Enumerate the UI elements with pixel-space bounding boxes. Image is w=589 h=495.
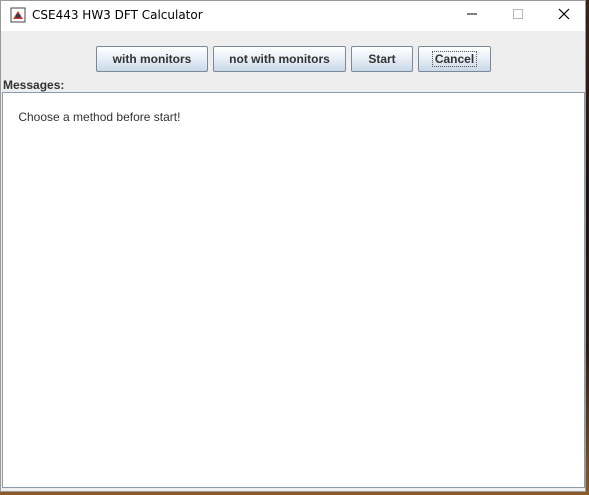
- cancel-button[interactable]: Cancel: [418, 46, 491, 72]
- app-window: CSE443 HW3 DFT Calculator with monitors …: [0, 0, 586, 492]
- start-button[interactable]: Start: [351, 46, 413, 72]
- messages-label: Messages:: [3, 78, 65, 92]
- maximize-button[interactable]: [495, 1, 541, 31]
- not-with-monitors-button[interactable]: not with monitors: [213, 46, 346, 72]
- cancel-label: Cancel: [431, 51, 478, 67]
- java-cup-icon: [10, 7, 26, 23]
- title-bar[interactable]: CSE443 HW3 DFT Calculator: [1, 1, 585, 31]
- messages-textarea[interactable]: Choose a method before start!: [2, 92, 585, 488]
- message-text: Choose a method before start!: [18, 110, 181, 124]
- minimize-button[interactable]: [449, 1, 495, 31]
- close-icon: [558, 7, 570, 25]
- not-with-monitors-label: not with monitors: [229, 52, 330, 66]
- with-monitors-label: with monitors: [112, 52, 192, 66]
- close-button[interactable]: [541, 1, 587, 31]
- start-label: Start: [368, 52, 396, 66]
- maximize-icon: [512, 7, 524, 25]
- window-title: CSE443 HW3 DFT Calculator: [32, 8, 203, 22]
- toolbar: with monitors not with monitors Start Ca…: [1, 31, 585, 79]
- with-monitors-button[interactable]: with monitors: [96, 46, 208, 72]
- minimize-icon: [466, 7, 478, 25]
